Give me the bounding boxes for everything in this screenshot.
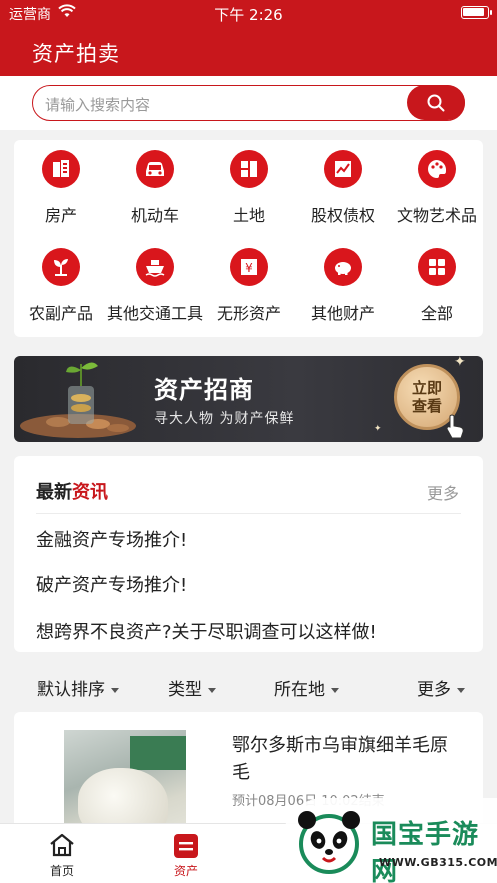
product-image bbox=[64, 730, 186, 832]
news-title-part2: 资讯 bbox=[72, 482, 108, 503]
category-other-property[interactable]: 其他财产 bbox=[296, 238, 390, 328]
category-all[interactable]: 全部 bbox=[390, 238, 484, 328]
category-vehicle[interactable]: 机动车 bbox=[108, 140, 202, 230]
filter-label: 更多 bbox=[417, 680, 451, 700]
asset-icon bbox=[174, 834, 198, 858]
clock: 下午 2:26 bbox=[214, 6, 283, 24]
page-title: 资产拍卖 bbox=[32, 42, 120, 66]
palette-icon bbox=[418, 150, 456, 188]
category-label: 全部 bbox=[420, 304, 453, 323]
piggy-bank-icon bbox=[324, 248, 362, 286]
grid-icon bbox=[418, 248, 456, 286]
watermark-url: WWW.GB315.COM bbox=[379, 856, 497, 869]
news-more-link[interactable]: 更多 bbox=[427, 480, 459, 504]
home-icon bbox=[50, 833, 74, 857]
tab-label: 首页 bbox=[49, 864, 74, 878]
land-icon bbox=[230, 150, 268, 188]
panda-logo-icon bbox=[298, 811, 360, 874]
news-item[interactable]: 金融资产专场推介! bbox=[36, 526, 187, 552]
ship-icon bbox=[136, 248, 174, 286]
category-art[interactable]: 文物艺术品 bbox=[390, 140, 484, 230]
filter-sort[interactable]: 默认排序 bbox=[37, 675, 119, 700]
sparkle-icon: ✦ bbox=[374, 424, 382, 434]
caret-down-icon bbox=[457, 687, 465, 693]
sprout-icon bbox=[42, 248, 80, 286]
battery-icon bbox=[461, 6, 492, 19]
tab-label: 资产 bbox=[173, 864, 198, 878]
news-title: 最新资讯 bbox=[36, 478, 108, 504]
filter-label: 所在地 bbox=[274, 680, 325, 700]
news-section: 最新资讯 更多 金融资产专场推介! 破产资产专场推介! 想跨界不良资产?关于尽职… bbox=[14, 456, 483, 652]
promo-banner[interactable]: 资产招商 寻大人物 为财产保鲜 立即 查看 ✦ ✦ bbox=[14, 356, 483, 442]
category-agri[interactable]: 农副产品 bbox=[14, 238, 108, 328]
chart-icon bbox=[324, 150, 362, 188]
site-watermark: 国宝手游网 WWW.GB315.COM bbox=[283, 798, 497, 883]
category-intangible[interactable]: ¥ 无形资产 bbox=[202, 238, 296, 328]
search-bar: 请输入搜索内容 bbox=[0, 76, 497, 130]
category-label: 文物艺术品 bbox=[396, 206, 477, 225]
category-land[interactable]: 土地 bbox=[202, 140, 296, 230]
building-icon bbox=[42, 150, 80, 188]
cta-line2: 查看 bbox=[411, 397, 442, 415]
cta-line1: 立即 bbox=[411, 379, 442, 397]
filter-type[interactable]: 类型 bbox=[168, 675, 216, 700]
banner-title: 资产招商 bbox=[154, 376, 254, 404]
caret-down-icon bbox=[208, 687, 216, 693]
search-placeholder: 请输入搜索内容 bbox=[45, 96, 151, 114]
filter-more[interactable]: 更多 bbox=[417, 675, 465, 700]
filter-location[interactable]: 所在地 bbox=[274, 675, 339, 700]
svg-text:¥: ¥ bbox=[245, 261, 253, 275]
search-icon bbox=[427, 94, 445, 112]
filter-bar: 默认排序 类型 所在地 更多 bbox=[0, 662, 497, 710]
news-title-part1: 最新 bbox=[36, 482, 72, 503]
product-title: 鄂尔多斯市乌审旗细羊毛原毛 bbox=[232, 735, 448, 783]
coins-plant-illustration bbox=[20, 362, 136, 438]
car-icon bbox=[136, 150, 174, 188]
search-button[interactable] bbox=[407, 85, 465, 120]
sparkle-icon: ✦ bbox=[454, 356, 466, 370]
filter-label: 类型 bbox=[168, 680, 202, 700]
news-item[interactable]: 想跨界不良资产?关于尽职调查可以这样做! bbox=[36, 618, 377, 644]
nav-bar: 资产拍卖 bbox=[0, 28, 497, 76]
category-transport[interactable]: 其他交通工具 bbox=[107, 238, 203, 328]
category-equity[interactable]: 股权债权 bbox=[296, 140, 390, 230]
hand-pointer-icon bbox=[446, 414, 464, 439]
divider bbox=[36, 513, 461, 514]
caret-down-icon bbox=[331, 687, 339, 693]
status-bar: 运营商 下午 2:26 bbox=[0, 0, 497, 28]
category-grid: 房产 机动车 土地 股权债权 文物艺术品 农副产品 其他交通工具 ¥ 无形资产 … bbox=[14, 140, 483, 337]
yen-icon: ¥ bbox=[230, 248, 268, 286]
product-image-sign bbox=[130, 736, 186, 770]
category-house[interactable]: 房产 bbox=[14, 140, 108, 230]
caret-down-icon bbox=[111, 687, 119, 693]
watermark-name: 国宝手游网 bbox=[371, 820, 480, 883]
filter-label: 默认排序 bbox=[37, 680, 105, 700]
banner-subtitle: 寻大人物 为财产保鲜 bbox=[154, 411, 295, 427]
search-input[interactable]: 请输入搜索内容 bbox=[32, 85, 465, 121]
news-item[interactable]: 破产资产专场推介! bbox=[36, 571, 187, 597]
